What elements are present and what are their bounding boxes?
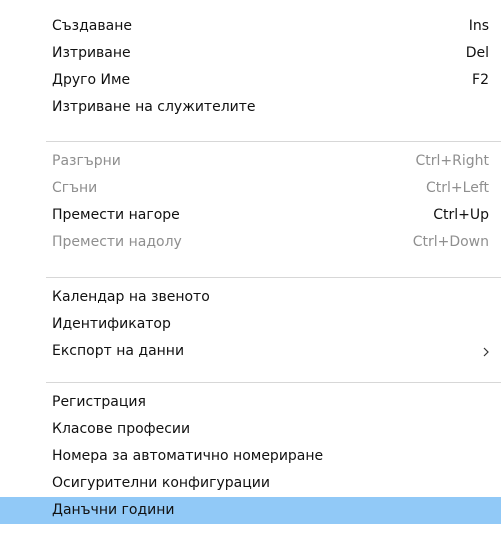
menu-group-edit: Създаване Ins Изтриване Del Друго Име F2… [0, 13, 501, 121]
menu-item-shortcut: Ctrl+Left [426, 180, 489, 196]
menu-separator [46, 277, 501, 278]
menu-separator [46, 141, 501, 142]
menu-item-shortcut: Ctrl+Down [412, 234, 489, 250]
menu-item-label: Календар на звеното [52, 289, 210, 305]
menu-item-label: Идентификатор [52, 316, 171, 332]
menu-item-label: Друго Име [52, 72, 131, 88]
menu-item-auto-numbering[interactable]: Номера за автоматично номериране [0, 443, 501, 470]
menu-item-rename[interactable]: Друго Име F2 [0, 67, 501, 94]
menu-item-expand[interactable]: Разгърни Ctrl+Right [0, 148, 501, 175]
menu-item-create[interactable]: Създаване Ins [0, 13, 501, 40]
menu-group-tree: Разгърни Ctrl+Right Сгъни Ctrl+Left Прем… [0, 148, 501, 256]
menu-item-delete[interactable]: Изтриване Del [0, 40, 501, 67]
menu-item-label: Сгъни [52, 180, 98, 196]
menu-item-label: Изтриване [52, 45, 131, 61]
menu-item-registration[interactable]: Регистрация [0, 389, 501, 416]
menu-item-delete-employees[interactable]: Изтриване на служителите [0, 94, 501, 121]
menu-item-label: Разгърни [52, 153, 121, 169]
menu-item-label: Данъчни години [52, 502, 175, 518]
menu-item-export-data[interactable]: Експорт на данни [0, 338, 501, 365]
menu-item-shortcut: Del [465, 45, 489, 61]
menu-item-shortcut: Ctrl+Right [415, 153, 489, 169]
menu-item-insurance-configurations[interactable]: Осигурителни конфигурации [0, 470, 501, 497]
menu-item-tax-years[interactable]: Данъчни години [0, 497, 501, 524]
menu-item-label: Създаване [52, 18, 132, 34]
menu-item-profession-classes[interactable]: Класове професии [0, 416, 501, 443]
menu-item-collapse[interactable]: Сгъни Ctrl+Left [0, 175, 501, 202]
context-menu: Създаване Ins Изтриване Del Друго Име F2… [0, 0, 501, 542]
menu-item-unit-calendar[interactable]: Календар на звеното [0, 284, 501, 311]
menu-item-label: Номера за автоматично номериране [52, 448, 324, 464]
menu-item-label: Класове професии [52, 421, 191, 437]
menu-item-label: Премести надолу [52, 234, 182, 250]
menu-item-shortcut: Ins [468, 18, 489, 34]
menu-item-move-down[interactable]: Премести надолу Ctrl+Down [0, 229, 501, 256]
menu-item-label: Експорт на данни [52, 343, 185, 359]
menu-item-label: Премести нагоре [52, 207, 180, 223]
chevron-right-icon [483, 347, 489, 357]
menu-item-label: Изтриване на служителите [52, 99, 256, 115]
menu-item-label: Осигурителни конфигурации [52, 475, 270, 491]
menu-item-identifier[interactable]: Идентификатор [0, 311, 501, 338]
menu-group-unit: Календар на звеното Идентификатор Експор… [0, 284, 501, 365]
menu-item-shortcut: Ctrl+Up [433, 207, 489, 223]
menu-item-label: Регистрация [52, 394, 146, 410]
menu-group-settings: Регистрация Класове професии Номера за а… [0, 389, 501, 524]
menu-separator [46, 382, 501, 383]
menu-item-move-up[interactable]: Премести нагоре Ctrl+Up [0, 202, 501, 229]
menu-item-shortcut: F2 [472, 72, 489, 88]
